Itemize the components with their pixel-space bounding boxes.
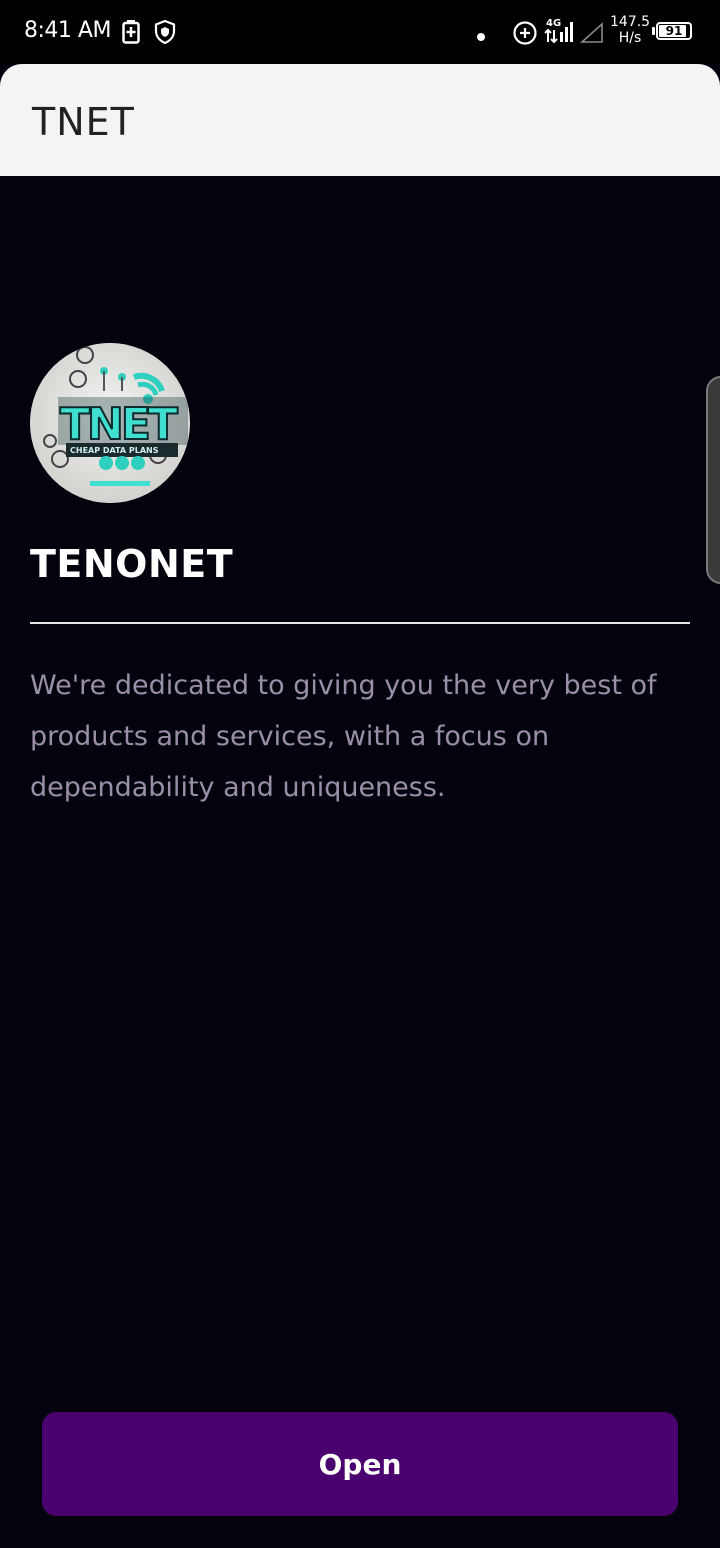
brand-name: TENONET	[30, 542, 234, 586]
network-speed: 147.5 H/s	[610, 14, 650, 46]
data-saver-icon	[512, 20, 538, 50]
signal-empty-icon	[579, 22, 604, 48]
battery-icon: 91	[656, 22, 692, 40]
dot-icon	[476, 27, 486, 46]
brand-description: We're dedicated to giving you the very b…	[30, 670, 657, 803]
app-title: TNET	[32, 100, 135, 144]
app-bar: TNET	[0, 64, 720, 176]
edge-panel-handle[interactable]	[706, 376, 720, 584]
app-screen: 8:41 AM 4G 147.5 H/s 91 TNET TNET CHEAP …	[0, 0, 720, 1548]
speed-unit: H/s	[618, 30, 642, 46]
svg-text:4G: 4G	[546, 18, 561, 29]
speed-value: 147.5	[610, 14, 651, 30]
svg-text:TNET: TNET	[60, 399, 178, 450]
brand-logo: TNET CHEAP DATA PLANS	[30, 343, 190, 503]
status-time: 8:41 AM	[24, 18, 111, 43]
battery-percent: 91	[665, 24, 683, 38]
open-button[interactable]: Open	[42, 1412, 678, 1516]
shield-icon	[154, 19, 176, 48]
divider	[30, 622, 690, 624]
signal-icon: 4G	[544, 16, 574, 48]
svg-text:CHEAP DATA PLANS: CHEAP DATA PLANS	[70, 446, 159, 455]
status-bar: 8:41 AM 4G 147.5 H/s 91	[0, 0, 720, 64]
battery-cap	[652, 27, 655, 35]
battery-saver-icon	[122, 20, 140, 48]
